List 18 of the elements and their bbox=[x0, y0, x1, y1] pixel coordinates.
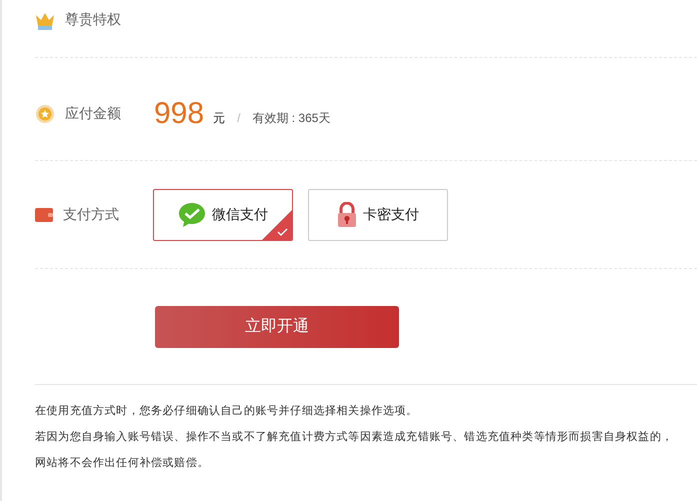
payment-option[interactable]: 微信支付 bbox=[153, 188, 293, 240]
wallet-icon bbox=[35, 206, 53, 222]
amount-label: 应付金额 bbox=[65, 105, 122, 123]
chat-bubble-check-icon bbox=[178, 202, 206, 228]
notice-text: 网站将不会作出任何补偿或赔偿。 bbox=[35, 456, 210, 471]
privilege-label: 尊贵特权 bbox=[65, 11, 122, 29]
activate-button[interactable]: 立即开通 bbox=[155, 306, 399, 348]
validity-period: 有效期 : 365天 bbox=[252, 110, 330, 126]
crown-icon bbox=[35, 11, 55, 31]
notice-text: 在使用充值方式时，您务必仔细确认自己的账号并仔细选择相关操作选项。 bbox=[35, 404, 419, 419]
padlock-icon bbox=[337, 202, 357, 228]
payment-option[interactable]: 卡密支付 bbox=[308, 188, 448, 240]
currency-unit: 元 bbox=[213, 110, 226, 126]
price: 998 bbox=[154, 97, 204, 131]
medal-icon bbox=[35, 104, 55, 124]
notice-text: 若因为您自身输入账号错误、操作不当或不了解充值计费方式等因素造成充错账号、错选充值种类等情形而损害自身权益的， bbox=[35, 430, 674, 445]
separator: / bbox=[237, 111, 240, 125]
payment-label: 支付方式 bbox=[63, 206, 120, 224]
